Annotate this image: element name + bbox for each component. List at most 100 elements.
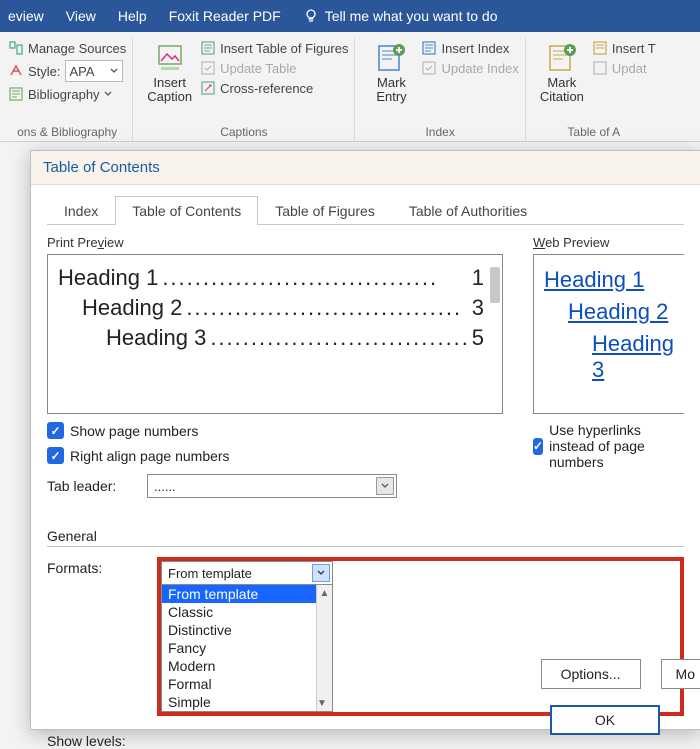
update-table-icon	[200, 60, 216, 76]
print-preview-label: Print Preview	[47, 235, 503, 250]
listbox-scrollbar[interactable]: ▲ ▼	[316, 585, 332, 711]
tab-toa[interactable]: Table of Authorities	[392, 196, 544, 225]
tab-leader-dropdown[interactable]: ......	[147, 474, 397, 498]
formats-label: Formats:	[47, 557, 157, 576]
formats-listbox[interactable]: From template Classic Distinctive Fancy …	[161, 585, 333, 712]
pv-h3: Heading 3	[106, 325, 206, 351]
pv-h1: Heading 1	[58, 265, 158, 291]
style-icon	[8, 63, 24, 79]
update-ta-icon	[592, 60, 608, 76]
pv-leaders: ..................................	[186, 295, 467, 321]
formats-option[interactable]: Modern	[162, 657, 332, 675]
insert-ta-icon	[592, 40, 608, 56]
table-figures-icon	[200, 40, 216, 56]
formats-option[interactable]: Formal	[162, 675, 332, 693]
mark-entry-icon	[375, 42, 407, 74]
tab-leader-label: Tab leader:	[47, 478, 137, 494]
formats-value: From template	[168, 566, 252, 581]
use-hyperlinks-label: Use hyperlinks instead of page numbers	[549, 422, 684, 470]
right-align-label: Right align page numbers	[70, 448, 230, 464]
formats-option[interactable]: Classic	[162, 603, 332, 621]
cross-reference-label: Cross-reference	[220, 81, 313, 96]
manage-sources[interactable]: Manage Sources	[8, 40, 126, 56]
group-label-citations: ons & Bibliography	[17, 121, 117, 141]
group-index: MarkEntry Insert Index Update Index Inde…	[355, 38, 525, 141]
insert-ta[interactable]: Insert T	[592, 40, 656, 56]
scroll-down-icon: ▼	[317, 695, 327, 711]
formats-option[interactable]: Simple	[162, 693, 332, 711]
pv-p1: 1	[472, 265, 484, 291]
update-index-icon	[421, 60, 437, 76]
ok-button[interactable]: OK	[550, 705, 660, 735]
tell-me-label: Tell me what you want to do	[325, 8, 498, 24]
insert-tof-label: Insert Table of Figures	[220, 41, 348, 56]
ribbon: Manage Sources Style: APA	[0, 32, 700, 142]
update-table: Update Table	[200, 60, 348, 76]
dialog-title: Table of Contents	[31, 151, 700, 185]
checkbox-checked-icon: ✓	[533, 438, 543, 455]
menu-view[interactable]: View	[66, 8, 96, 24]
web-preview-label: Web Preview	[533, 235, 684, 250]
insert-index-label: Insert Index	[441, 41, 509, 56]
show-levels-label: Show levels:	[47, 730, 157, 749]
show-page-numbers-label: Show page numbers	[70, 423, 198, 439]
formats-option[interactable]: From template	[162, 585, 332, 603]
pv-h2: Heading 2	[82, 295, 182, 321]
insert-table-of-figures[interactable]: Insert Table of Figures	[200, 40, 348, 56]
right-align-page-numbers[interactable]: ✓ Right align page numbers	[47, 447, 503, 464]
insert-ta-label: Insert T	[612, 41, 656, 56]
menu-review[interactable]: eview	[8, 8, 44, 24]
pv-p2: 3	[472, 295, 484, 321]
table-of-contents-dialog: Table of Contents Index Table of Content…	[30, 150, 700, 730]
formats-option[interactable]: Distinctive	[162, 621, 332, 639]
menu-help[interactable]: Help	[118, 8, 147, 24]
insert-index-icon	[421, 40, 437, 56]
insert-index[interactable]: Insert Index	[421, 40, 518, 56]
tab-index[interactable]: Index	[47, 196, 115, 225]
modify-button[interactable]: Mo	[661, 659, 700, 689]
update-index: Update Index	[421, 60, 518, 76]
web-h2: Heading 2	[544, 299, 674, 325]
tab-tof[interactable]: Table of Figures	[258, 196, 392, 225]
formats-dropdown[interactable]: From template	[161, 561, 333, 585]
style-label: Style:	[28, 64, 61, 79]
options-button[interactable]: Options...	[541, 659, 641, 689]
web-preview-box: Heading 1 Heading 2 Heading 3	[533, 254, 684, 414]
pv-leaders: ..................................	[162, 265, 467, 291]
bibliography-label: Bibliography	[28, 87, 100, 102]
web-h1: Heading 1	[544, 267, 674, 293]
section-general: General	[47, 528, 684, 544]
mark-entry[interactable]: MarkEntry	[361, 38, 421, 107]
update-ta: Updat	[592, 60, 656, 76]
word-menu-bar: eview View Help Foxit Reader PDF Tell me…	[0, 0, 700, 32]
group-label-index: Index	[425, 121, 454, 141]
print-preview-box: Heading 1 ..............................…	[47, 254, 503, 414]
use-hyperlinks[interactable]: ✓ Use hyperlinks instead of page numbers	[533, 422, 684, 470]
group-label-authorities: Table of A	[567, 121, 620, 141]
mark-citation[interactable]: MarkCitation	[532, 38, 592, 107]
pv-p3: 5	[472, 325, 484, 351]
style-select-row[interactable]: Style: APA	[8, 60, 126, 82]
show-page-numbers[interactable]: ✓ Show page numbers	[47, 422, 503, 439]
tab-toc[interactable]: Table of Contents	[115, 196, 258, 225]
chevron-down-icon	[312, 564, 330, 582]
dialog-tabs: Index Table of Contents Table of Figures…	[47, 195, 684, 225]
scrollbar-thumb[interactable]	[490, 267, 500, 303]
style-value: APA	[70, 64, 95, 79]
checkbox-checked-icon: ✓	[47, 447, 64, 464]
formats-option[interactable]: Fancy	[162, 639, 332, 657]
menu-foxit[interactable]: Foxit Reader PDF	[169, 8, 281, 24]
cross-reference-icon	[200, 80, 216, 96]
bibliography[interactable]: Bibliography	[8, 86, 126, 102]
tab-leader-value: ......	[154, 479, 176, 494]
web-h3: Heading 3	[544, 331, 674, 383]
insert-caption[interactable]: InsertCaption	[139, 38, 200, 107]
style-dropdown[interactable]: APA	[65, 60, 123, 82]
group-label-captions: Captions	[220, 121, 267, 141]
cross-reference[interactable]: Cross-reference	[200, 80, 348, 96]
formats-highlight: From template From template Classic Dist…	[157, 557, 684, 716]
pv-leaders: ..................................	[210, 325, 467, 351]
tell-me-search[interactable]: Tell me what you want to do	[303, 8, 498, 24]
chevron-down-icon	[376, 477, 394, 495]
update-table-label: Update Table	[220, 61, 296, 76]
